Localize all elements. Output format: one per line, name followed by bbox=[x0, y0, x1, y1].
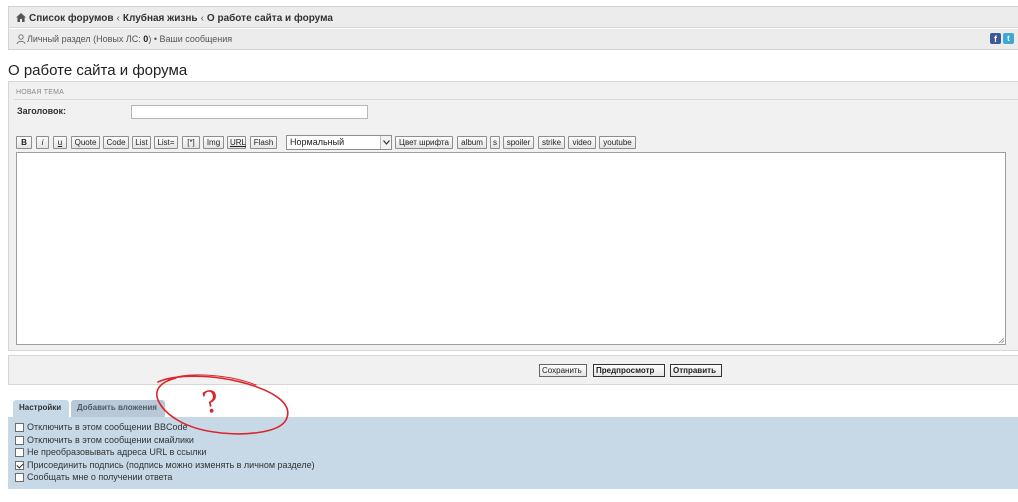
option-attach-signature[interactable]: Присоединить подпись (подпись можно изме… bbox=[15, 459, 315, 471]
tab-attachments[interactable]: Добавить вложения bbox=[71, 400, 165, 417]
url-button[interactable]: URL bbox=[227, 136, 246, 149]
flash-button[interactable]: Flash bbox=[250, 136, 277, 149]
user-control-panel-link[interactable]: Личный раздел (Новых ЛС: 0) bbox=[27, 34, 151, 44]
breadcrumb: Список форумов ‹ Клубная жизнь ‹ О работе са… bbox=[16, 13, 333, 24]
list-ordered-button[interactable]: List= bbox=[154, 136, 178, 149]
breadcrumb-club-life[interactable]: Клубная жизнь bbox=[123, 13, 198, 24]
list-button[interactable]: List bbox=[132, 136, 151, 149]
option-label: Отключить в этом сообщении BBCode bbox=[27, 422, 188, 432]
panel-header: НОВАЯ ТЕМА bbox=[16, 89, 65, 96]
page-title[interactable]: О работе сайта и форума bbox=[8, 62, 187, 79]
option-disable-smilies[interactable]: Отключить в этом сообщении смайлики bbox=[15, 434, 194, 446]
option-label: Сообщать мне о получении ответа bbox=[27, 472, 173, 482]
option-disable-magic-url[interactable]: Не преобразовывать адреса URL в ссылки bbox=[15, 446, 206, 458]
option-label: Не преобразовывать адреса URL в ссылки bbox=[27, 447, 207, 457]
bold-button[interactable]: B bbox=[16, 136, 32, 149]
option-disable-bbcode[interactable]: Отключить в этом сообщении BBCode bbox=[15, 421, 188, 433]
underline-button[interactable]: u bbox=[53, 136, 67, 149]
spoiler-button[interactable]: spoiler bbox=[503, 136, 534, 149]
youtube-button[interactable]: youtube bbox=[599, 136, 636, 149]
list-item-button[interactable]: [*] bbox=[182, 136, 200, 149]
resize-grip-icon[interactable] bbox=[998, 337, 1004, 343]
user-line: Личный раздел (Новых ЛС: 0) • Ваши сообщ… bbox=[16, 34, 232, 44]
breadcrumb-separator: ‹ bbox=[200, 13, 204, 24]
s-button[interactable]: s bbox=[490, 136, 500, 149]
twitter-icon[interactable]: t bbox=[1003, 33, 1014, 44]
user-icon bbox=[16, 34, 26, 44]
disable-magic-url-checkbox[interactable] bbox=[15, 447, 24, 457]
font-size-select[interactable]: Нормальный bbox=[286, 135, 392, 150]
disable-bbcode-checkbox[interactable] bbox=[15, 422, 24, 432]
option-label: Отключить в этом сообщении смайлики bbox=[27, 435, 194, 445]
social-links: f t bbox=[990, 33, 1014, 44]
code-button[interactable]: Code bbox=[103, 136, 129, 149]
subject-label: Заголовок: bbox=[17, 106, 67, 116]
option-label: Присоединить подпись (подпись можно изме… bbox=[27, 460, 315, 470]
navbar: Список форумов ‹ Клубная жизнь ‹ О работе са… bbox=[8, 6, 1018, 50]
options-panel: Отключить в этом сообщении BBCode Отключ… bbox=[8, 417, 1018, 489]
breadcrumb-current-forum[interactable]: О работе сайта и форума bbox=[207, 13, 333, 24]
video-button[interactable]: video bbox=[568, 136, 596, 149]
strike-button[interactable]: strike bbox=[538, 136, 565, 149]
img-button[interactable]: Img bbox=[203, 136, 224, 149]
chevron-down-icon[interactable] bbox=[380, 136, 391, 149]
preview-button[interactable]: Предпросмотр bbox=[593, 364, 665, 377]
font-size-value: Нормальный bbox=[290, 137, 345, 147]
option-notify-reply[interactable]: Сообщать мне о получении ответа bbox=[15, 471, 172, 483]
your-posts-link[interactable]: Ваши сообщения bbox=[159, 34, 232, 44]
breadcrumb-separator: ‹ bbox=[116, 13, 120, 24]
italic-button[interactable]: i bbox=[36, 136, 49, 149]
tab-settings[interactable]: Настройки bbox=[13, 400, 69, 417]
notify-reply-checkbox[interactable] bbox=[15, 472, 24, 482]
breadcrumb-forums[interactable]: Список форумов bbox=[29, 13, 114, 24]
bottom-strip bbox=[360, 496, 904, 502]
post-panel: НОВАЯ ТЕМА Заголовок: B i u Quote Code L… bbox=[8, 81, 1018, 351]
save-button[interactable]: Сохранить bbox=[539, 364, 587, 377]
font-color-button[interactable]: Цвет шрифта bbox=[395, 136, 453, 149]
subject-input[interactable] bbox=[131, 105, 368, 119]
disable-smilies-checkbox[interactable] bbox=[15, 435, 24, 445]
home-icon bbox=[16, 13, 26, 22]
quote-button[interactable]: Quote bbox=[71, 136, 100, 149]
facebook-icon[interactable]: f bbox=[990, 33, 1001, 44]
submit-button[interactable]: Отправить bbox=[670, 364, 722, 377]
attach-signature-checkbox[interactable] bbox=[15, 460, 24, 470]
annotation-question-mark: ? bbox=[199, 384, 222, 422]
submit-bar: Сохранить Предпросмотр Отправить bbox=[8, 355, 1018, 385]
album-button[interactable]: album bbox=[457, 136, 487, 149]
message-textarea[interactable] bbox=[16, 152, 1006, 345]
